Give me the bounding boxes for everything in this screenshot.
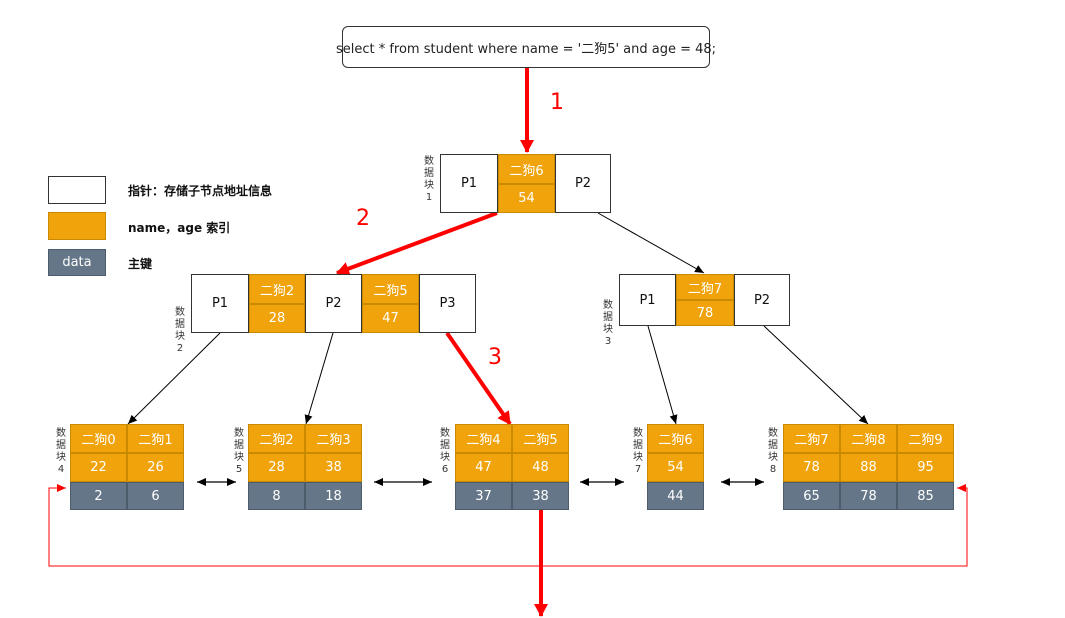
sql-query: select * from student where name = '二狗5'… <box>336 26 716 68</box>
b3-age-key: 78 <box>676 300 734 326</box>
b5-age-1: 28 <box>248 453 305 482</box>
block-label-4: 数据块4 <box>56 428 66 475</box>
b8-name-3: 二狗9 <box>897 424 954 453</box>
block-label-2: 数据块2 <box>175 307 185 354</box>
b6-id-2: 38 <box>512 482 569 510</box>
b5-id-1: 8 <box>248 482 305 510</box>
arrow-b2p2-to-b5 <box>304 332 334 425</box>
b7-id-1: 44 <box>647 482 704 510</box>
b6-name-1: 二狗4 <box>455 424 512 453</box>
b8-id-3: 85 <box>897 482 954 510</box>
b5-age-2: 38 <box>305 453 362 482</box>
b8-age-2: 88 <box>840 453 897 482</box>
b6-name-2: 二狗5 <box>512 424 569 453</box>
legend-pointer-swatch <box>48 176 106 204</box>
b8-id-2: 78 <box>840 482 897 510</box>
b1-name-key: 二狗6 <box>498 154 555 184</box>
arrow-b1-to-b3 <box>597 212 705 274</box>
b6-age-2: 48 <box>512 453 569 482</box>
legend-pk-swatch: data <box>48 249 106 276</box>
b8-id-1: 65 <box>783 482 840 510</box>
b8-name-2: 二狗8 <box>840 424 897 453</box>
b1-pointer-2: P2 <box>555 154 611 213</box>
b3-pointer-1: P1 <box>619 274 676 326</box>
b1-pointer-1: P1 <box>440 154 498 213</box>
b2-pointer-1: P1 <box>191 274 249 333</box>
b6-id-1: 37 <box>455 482 512 510</box>
block-label-7: 数据块7 <box>633 428 643 475</box>
connector-layer <box>48 68 968 617</box>
b7-name-1: 二狗6 <box>647 424 704 453</box>
b4-age-1: 22 <box>70 453 127 482</box>
b8-age-3: 95 <box>897 453 954 482</box>
b8-name-1: 二狗7 <box>783 424 840 453</box>
b4-age-2: 26 <box>127 453 184 482</box>
step-number-3: 3 <box>488 345 502 370</box>
block-label-5: 数据块5 <box>234 428 244 475</box>
b2-pointer-3: P3 <box>419 274 476 333</box>
b5-id-2: 18 <box>305 482 362 510</box>
b3-pointer-2: P2 <box>734 274 790 326</box>
b5-name-1: 二狗2 <box>248 424 305 453</box>
b4-id-2: 6 <box>127 482 184 510</box>
b4-name-1: 二狗0 <box>70 424 127 453</box>
b3-name-key: 二狗7 <box>676 274 734 300</box>
b2-name-key-2: 二狗5 <box>362 274 419 304</box>
step-number-2: 2 <box>356 206 370 231</box>
step-number-1: 1 <box>550 90 564 115</box>
legend-index-label: name，age 索引 <box>128 221 231 235</box>
b6-age-1: 47 <box>455 453 512 482</box>
b8-age-1: 78 <box>783 453 840 482</box>
b2-age-key-1: 28 <box>249 304 305 333</box>
b7-age-1: 54 <box>647 453 704 482</box>
block-label-8: 数据块8 <box>768 428 778 475</box>
legend-pointer-label: 指针：存储子节点地址信息 <box>128 184 273 198</box>
btree-index-diagram: select * from student where name = '二狗5'… <box>0 0 1065 618</box>
block-label-1: 数据块1 <box>424 156 434 203</box>
b2-name-key-1: 二狗2 <box>249 274 305 304</box>
b5-name-2: 二狗3 <box>305 424 362 453</box>
block-label-6: 数据块6 <box>440 428 450 475</box>
legend-index-swatch <box>48 212 106 240</box>
b2-age-key-2: 47 <box>362 304 419 333</box>
b4-id-1: 2 <box>70 482 127 510</box>
arrow-b3p2-to-b8 <box>763 325 869 425</box>
b4-name-2: 二狗1 <box>127 424 184 453</box>
block-label-3: 数据块3 <box>603 300 613 347</box>
legend-pk-label: 主键 <box>128 257 153 271</box>
b1-age-key: 54 <box>498 184 555 213</box>
b2-pointer-2: P2 <box>305 274 362 333</box>
arrow-b3p1-to-b7 <box>647 325 678 425</box>
